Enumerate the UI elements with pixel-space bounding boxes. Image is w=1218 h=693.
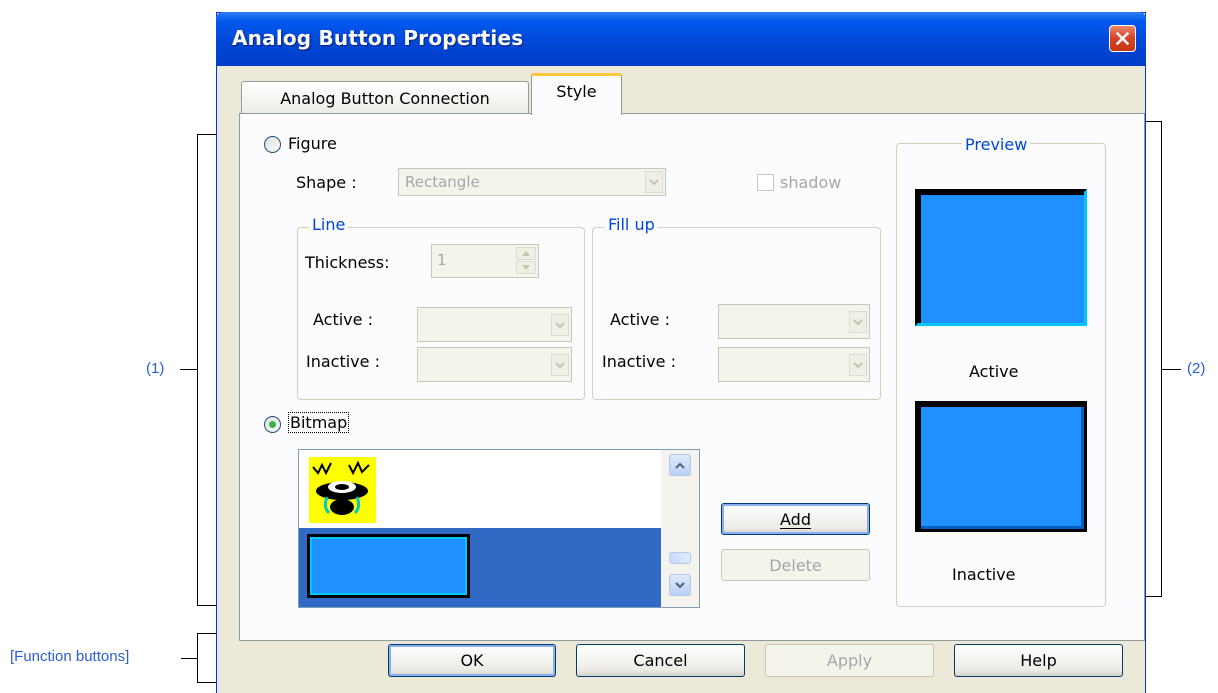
shape-select[interactable]: Rectangle xyxy=(398,168,666,196)
add-button[interactable]: Add xyxy=(721,503,870,535)
scroll-up-icon[interactable] xyxy=(669,454,691,476)
fill-active-label: Active : xyxy=(610,310,670,329)
line-inactive-label: Inactive : xyxy=(306,352,380,371)
delete-button[interactable]: Delete xyxy=(721,549,870,581)
line-active-select[interactable] xyxy=(417,307,572,342)
annotation-1-line xyxy=(180,369,197,370)
annotation-function-buttons: [Function buttons] xyxy=(10,648,130,665)
thickness-label: Thickness: xyxy=(305,253,390,272)
preview-title: Preview xyxy=(962,135,1031,154)
radio-selected-dot xyxy=(269,421,276,428)
shape-label: Shape : xyxy=(296,173,357,192)
figure-label: Figure xyxy=(288,134,337,153)
fill-group-title: Fill up xyxy=(605,215,658,234)
window-title: Analog Button Properties xyxy=(232,26,524,50)
preview-inactive-label: Inactive xyxy=(952,565,1016,584)
annotation-1-bracket xyxy=(197,134,216,606)
chevron-down-icon xyxy=(849,311,867,333)
bitmap-list[interactable] xyxy=(298,449,700,608)
annotation-2: (2) xyxy=(1187,360,1206,377)
tab-analog-button-connection[interactable]: Analog Button Connection xyxy=(241,81,529,114)
chevron-down-icon xyxy=(551,354,569,376)
speaker-bitmap-icon xyxy=(309,457,376,523)
tab-style[interactable]: Style xyxy=(531,73,622,115)
chevron-down-icon xyxy=(849,354,867,376)
line-active-label: Active : xyxy=(313,310,373,329)
shape-value: Rectangle xyxy=(405,173,480,191)
thickness-stepper[interactable]: 1 xyxy=(431,244,539,278)
thickness-value: 1 xyxy=(437,251,447,269)
fill-inactive-label: Inactive : xyxy=(602,352,676,371)
add-button-label: Add xyxy=(780,509,811,529)
help-button[interactable]: Help xyxy=(954,644,1123,677)
annotation-2-bracket xyxy=(1146,121,1162,597)
stepper-up-icon[interactable] xyxy=(516,247,536,260)
preview-active-swatch xyxy=(915,189,1087,326)
chevron-down-icon xyxy=(551,314,569,336)
close-icon xyxy=(1116,32,1129,45)
line-inactive-select[interactable] xyxy=(417,347,572,382)
dialog-window: Analog Button Properties Analog Button C… xyxy=(216,12,1146,693)
list-scrollbar[interactable] xyxy=(661,450,699,607)
close-button[interactable] xyxy=(1109,25,1136,52)
apply-button[interactable]: Apply xyxy=(765,644,934,677)
tab-panel-style: Figure Shape : Rectangle shadow Line Thi… xyxy=(239,113,1145,641)
fill-inactive-select[interactable] xyxy=(718,347,870,382)
annotation-function-bracket xyxy=(197,633,216,683)
line-group-title: Line xyxy=(309,215,349,234)
scroll-down-icon[interactable] xyxy=(669,574,691,596)
bitmap-radio[interactable] xyxy=(264,416,281,433)
cancel-button[interactable]: Cancel xyxy=(576,644,745,677)
list-item[interactable] xyxy=(299,450,661,528)
stepper-down-icon[interactable] xyxy=(516,261,536,274)
delete-button-label: Delete xyxy=(769,555,822,575)
shadow-label: shadow xyxy=(780,173,842,192)
figure-radio[interactable] xyxy=(264,136,281,153)
list-item-selected[interactable] xyxy=(299,528,661,607)
scroll-thumb[interactable] xyxy=(669,552,691,564)
title-bar[interactable]: Analog Button Properties xyxy=(216,12,1146,66)
preview-active-label: Active xyxy=(969,362,1019,381)
button-bitmap-icon xyxy=(307,534,470,598)
annotation-function-line xyxy=(181,658,197,659)
annotation-1: (1) xyxy=(146,360,165,377)
annotation-2-line xyxy=(1162,369,1181,370)
ok-button[interactable]: OK xyxy=(388,644,556,677)
bitmap-label: Bitmap xyxy=(288,412,350,433)
shadow-checkbox[interactable] xyxy=(757,174,774,191)
chevron-down-icon xyxy=(645,171,663,193)
preview-inactive-swatch xyxy=(915,401,1087,532)
fill-active-select[interactable] xyxy=(718,304,870,339)
